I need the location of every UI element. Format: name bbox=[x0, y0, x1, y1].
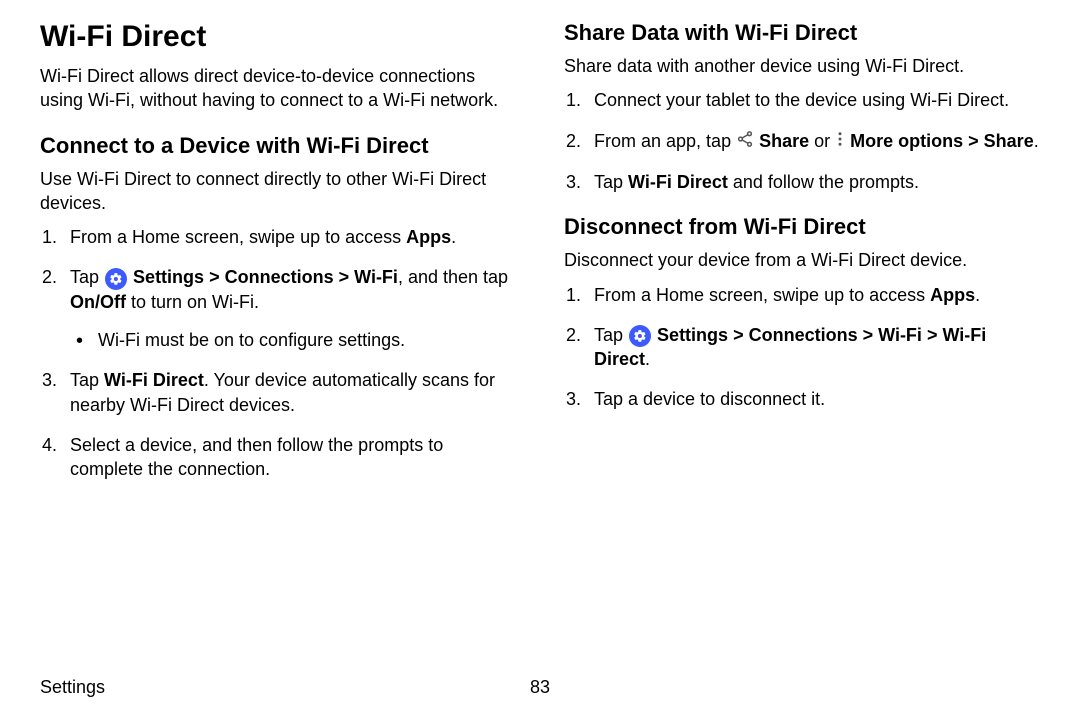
wifi-label: Wi-Fi bbox=[354, 267, 398, 287]
text: > bbox=[858, 325, 879, 345]
text: > bbox=[963, 131, 984, 151]
text: > bbox=[334, 267, 355, 287]
apps-label: Apps bbox=[406, 227, 451, 247]
text: and follow the prompts. bbox=[728, 172, 919, 192]
apps-label: Apps bbox=[930, 285, 975, 305]
connections-label: Connections bbox=[749, 325, 858, 345]
connect-step-2: Tap Settings > Connections > Wi-Fi, and … bbox=[40, 265, 516, 352]
section-intro-connect: Use Wi-Fi Direct to connect directly to … bbox=[40, 167, 516, 216]
text: > bbox=[728, 325, 749, 345]
section-intro-disconnect: Disconnect your device from a Wi-Fi Dire… bbox=[564, 248, 1040, 272]
right-column: Share Data with Wi-Fi Direct Share data … bbox=[564, 20, 1040, 498]
text: , and then tap bbox=[398, 267, 508, 287]
settings-icon bbox=[629, 325, 651, 347]
onoff-label: On/Off bbox=[70, 292, 126, 312]
text: . bbox=[645, 349, 650, 369]
connect-step-1: From a Home screen, swipe up to access A… bbox=[40, 225, 516, 249]
text: to turn on Wi-Fi. bbox=[126, 292, 259, 312]
settings-label: Settings bbox=[133, 267, 204, 287]
text: . bbox=[975, 285, 980, 305]
more-options-icon bbox=[835, 130, 845, 154]
wifi-direct-label: Wi-Fi Direct bbox=[628, 172, 728, 192]
disconnect-step-2: Tap Settings > Connections > Wi-Fi > Wi-… bbox=[564, 323, 1040, 372]
page-title: Wi-Fi Direct bbox=[40, 20, 516, 54]
share-label-2: Share bbox=[984, 131, 1034, 151]
connect-step-4: Select a device, and then follow the pro… bbox=[40, 433, 516, 482]
text: Tap bbox=[594, 172, 628, 192]
wifi-direct-label: Wi-Fi Direct bbox=[104, 370, 204, 390]
share-step-3: Tap Wi-Fi Direct and follow the prompts. bbox=[564, 170, 1040, 194]
section-intro-share: Share data with another device using Wi-… bbox=[564, 54, 1040, 78]
text: From a Home screen, swipe up to access bbox=[594, 285, 930, 305]
section-heading-disconnect: Disconnect from Wi-Fi Direct bbox=[564, 214, 1040, 240]
sub-bullet: Wi-Fi must be on to configure settings. bbox=[70, 328, 516, 352]
section-heading-share: Share Data with Wi-Fi Direct bbox=[564, 20, 1040, 46]
settings-icon bbox=[105, 268, 127, 290]
share-icon bbox=[736, 130, 754, 154]
more-options-label: More options bbox=[850, 131, 963, 151]
wifi-label: Wi-Fi bbox=[878, 325, 922, 345]
share-step-2: From an app, tap Share or More options >… bbox=[564, 129, 1040, 154]
connections-label: Connections bbox=[225, 267, 334, 287]
section-heading-connect: Connect to a Device with Wi-Fi Direct bbox=[40, 133, 516, 159]
text: or bbox=[809, 131, 835, 151]
share-step-1: Connect your tablet to the device using … bbox=[564, 88, 1040, 112]
sub-bullets: Wi-Fi must be on to configure settings. bbox=[70, 328, 516, 352]
text: . bbox=[451, 227, 456, 247]
text: Tap bbox=[70, 370, 104, 390]
share-steps: Connect your tablet to the device using … bbox=[564, 88, 1040, 194]
intro-text: Wi-Fi Direct allows direct device-to-dev… bbox=[40, 64, 516, 113]
connect-step-3: Tap Wi-Fi Direct. Your device automatica… bbox=[40, 368, 516, 417]
text: > bbox=[922, 325, 943, 345]
connect-steps: From a Home screen, swipe up to access A… bbox=[40, 225, 516, 481]
page-content: Wi-Fi Direct Wi-Fi Direct allows direct … bbox=[40, 20, 1040, 498]
text: From a Home screen, swipe up to access bbox=[70, 227, 406, 247]
footer-label: Settings bbox=[40, 677, 105, 698]
text: Tap bbox=[70, 267, 104, 287]
disconnect-step-1: From a Home screen, swipe up to access A… bbox=[564, 283, 1040, 307]
disconnect-step-3: Tap a device to disconnect it. bbox=[564, 387, 1040, 411]
page-number: 83 bbox=[530, 677, 550, 698]
text: From an app, tap bbox=[594, 131, 736, 151]
text: . bbox=[1034, 131, 1039, 151]
settings-label: Settings bbox=[657, 325, 728, 345]
share-label: Share bbox=[759, 131, 809, 151]
left-column: Wi-Fi Direct Wi-Fi Direct allows direct … bbox=[40, 20, 516, 498]
text: > bbox=[204, 267, 225, 287]
disconnect-steps: From a Home screen, swipe up to access A… bbox=[564, 283, 1040, 412]
text: Tap bbox=[594, 325, 628, 345]
